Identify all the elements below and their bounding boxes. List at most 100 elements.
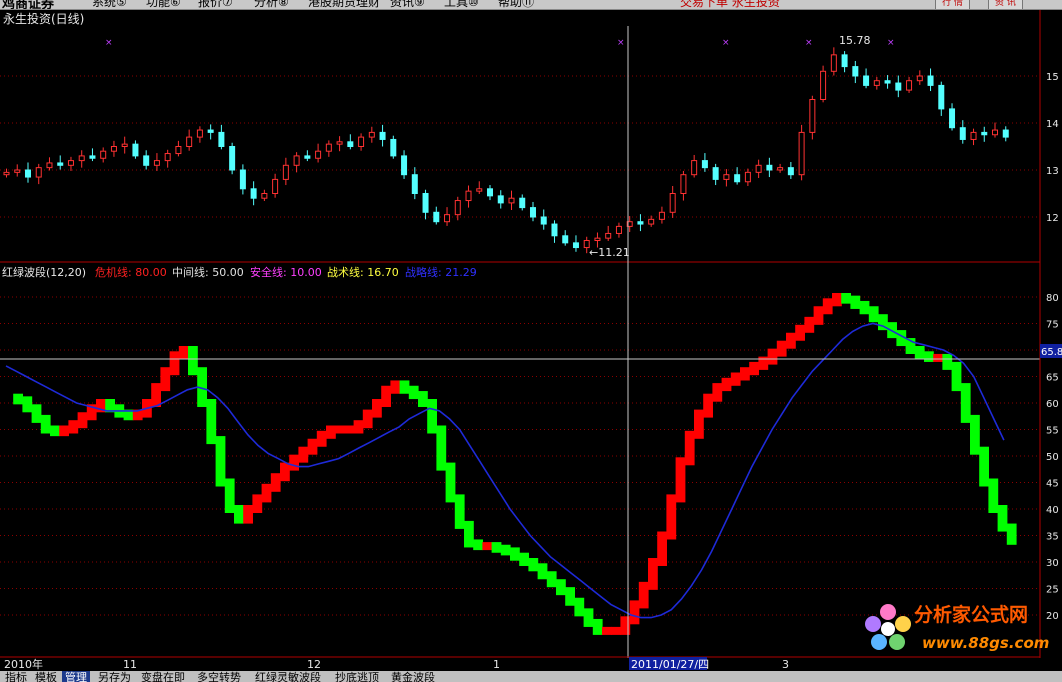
candle-body <box>615 225 622 234</box>
band-segment-down <box>841 293 851 304</box>
menu-quote[interactable]: 报价⑦ <box>198 0 233 9</box>
cursor-date: 2011/01/27/四 <box>631 658 709 671</box>
menubar-center-text: 交易下单 永生投资 <box>680 0 780 9</box>
candle-body <box>315 150 322 159</box>
watermark-title: 分析家公式网 <box>914 604 1029 626</box>
band-segment-down <box>473 539 483 551</box>
indicator-name: 红绿波段(12,20) <box>2 265 86 279</box>
candle-body <box>186 136 193 147</box>
candle-body <box>938 84 945 110</box>
indicator-tick-label: 25 <box>1046 585 1059 596</box>
stock-chart[interactable]: ××××× 80757065605550454035302520 1514131… <box>0 10 1062 671</box>
indicator-tick-label: 35 <box>1046 532 1059 543</box>
indicator-tick-label: 40 <box>1046 505 1059 516</box>
candle-body <box>572 242 579 249</box>
candle-body <box>970 131 977 140</box>
band-segment-up <box>307 438 318 455</box>
candle-body <box>250 188 257 199</box>
candle-body <box>164 153 171 162</box>
band-segment-up <box>832 293 842 307</box>
tab-save-as[interactable]: 另存为 <box>95 671 134 682</box>
band-segment-up <box>703 393 713 418</box>
band-segment-up <box>749 361 759 376</box>
news-button[interactable]: 资 讯 <box>988 0 1023 9</box>
band-segment-up <box>629 600 640 625</box>
candle-body <box>744 171 751 183</box>
candle-body <box>476 188 483 192</box>
band-segment-up <box>804 316 815 333</box>
band-segment-up <box>289 454 299 471</box>
band-segment-down <box>583 608 594 627</box>
band-segment-down <box>40 414 51 434</box>
band-segment-up <box>261 483 272 503</box>
candle-body <box>46 162 53 169</box>
band-segment-down <box>224 478 235 513</box>
signal-marker: × <box>722 38 730 48</box>
indicator-tick-label: 50 <box>1046 452 1059 463</box>
band-segment-down <box>13 393 23 405</box>
candle-body <box>680 174 687 194</box>
band-segment-down <box>546 571 557 588</box>
candle-body <box>906 80 913 91</box>
indicator-tick-label: 45 <box>1046 479 1059 490</box>
tab-indicator[interactable]: 指标 <box>2 671 30 682</box>
tab-template[interactable]: 模板 <box>32 671 60 682</box>
band-segment-up <box>482 542 493 551</box>
band-segment-down <box>445 462 456 503</box>
band-segment-down <box>574 597 585 617</box>
candle-body <box>422 193 429 213</box>
signal-marker: × <box>105 38 113 48</box>
band-segment-up <box>390 380 401 394</box>
candle-body <box>433 211 440 223</box>
candle-body <box>873 80 880 86</box>
band-segment-up <box>68 420 79 434</box>
date-label-nov: 11 <box>123 658 137 671</box>
menu-hk-futures[interactable]: 港股期货理财 <box>308 0 380 9</box>
band-segment-down <box>408 385 419 400</box>
band-segment-up <box>280 462 290 482</box>
tab-red-green-band[interactable]: 红绿灵敏波段 <box>252 671 324 682</box>
menu-analysis[interactable]: 分析⑧ <box>254 0 289 9</box>
band-segment-down <box>22 396 33 413</box>
band-segment-up <box>694 409 704 439</box>
band-segment-up <box>822 298 833 315</box>
menu-tools[interactable]: 工具⑩ <box>444 0 479 9</box>
band-segment-down <box>500 544 511 556</box>
candle-body <box>347 141 354 148</box>
tab-manage[interactable]: 管理 <box>62 671 90 682</box>
menu-info[interactable]: 资讯⑨ <box>390 0 425 9</box>
band-segment-up <box>666 494 677 540</box>
band-segment-down <box>868 306 879 323</box>
date-label-dec: 12 <box>307 658 321 671</box>
band-segment-up <box>776 340 787 357</box>
menu-system[interactable]: 系统⑤ <box>92 0 127 9</box>
band-segment-down <box>565 587 575 606</box>
quote-button[interactable]: 行 情 <box>935 0 970 9</box>
candle-body <box>766 164 773 171</box>
band-segment-up <box>335 425 345 434</box>
signal-marker: × <box>617 38 625 48</box>
tab-golden-band[interactable]: 黄金波段 <box>388 671 438 682</box>
indicator-tick-label: 65 <box>1046 373 1059 384</box>
tab-trend-reversal[interactable]: 多空转势 <box>194 671 244 682</box>
band-segment-up <box>684 430 695 466</box>
candle-body <box>390 138 397 157</box>
band-segment-down <box>960 383 971 423</box>
indicator-tick-label: 55 <box>1046 426 1059 437</box>
app-logo: 鸡商证券 <box>2 0 55 10</box>
tab-bottom-top[interactable]: 抄底逃顶 <box>332 671 382 682</box>
band-segment-up <box>712 383 723 402</box>
candle-body <box>229 146 236 171</box>
candle-body <box>841 54 848 68</box>
band-segment-down <box>537 563 548 580</box>
legend-strategic-line: 战略线: 21.29 <box>405 265 477 279</box>
candle-body <box>89 155 96 159</box>
candle-body <box>454 200 461 216</box>
tab-turning-point[interactable]: 变盘在即 <box>138 671 188 682</box>
candle-body <box>605 232 612 239</box>
indicator-tick-label: 60 <box>1046 399 1059 410</box>
menu-help[interactable]: 帮助⑪ <box>498 0 534 9</box>
indicator-tick-label: 75 <box>1046 320 1059 331</box>
band-segment-down <box>206 399 217 445</box>
menu-function[interactable]: 功能⑥ <box>146 0 181 9</box>
